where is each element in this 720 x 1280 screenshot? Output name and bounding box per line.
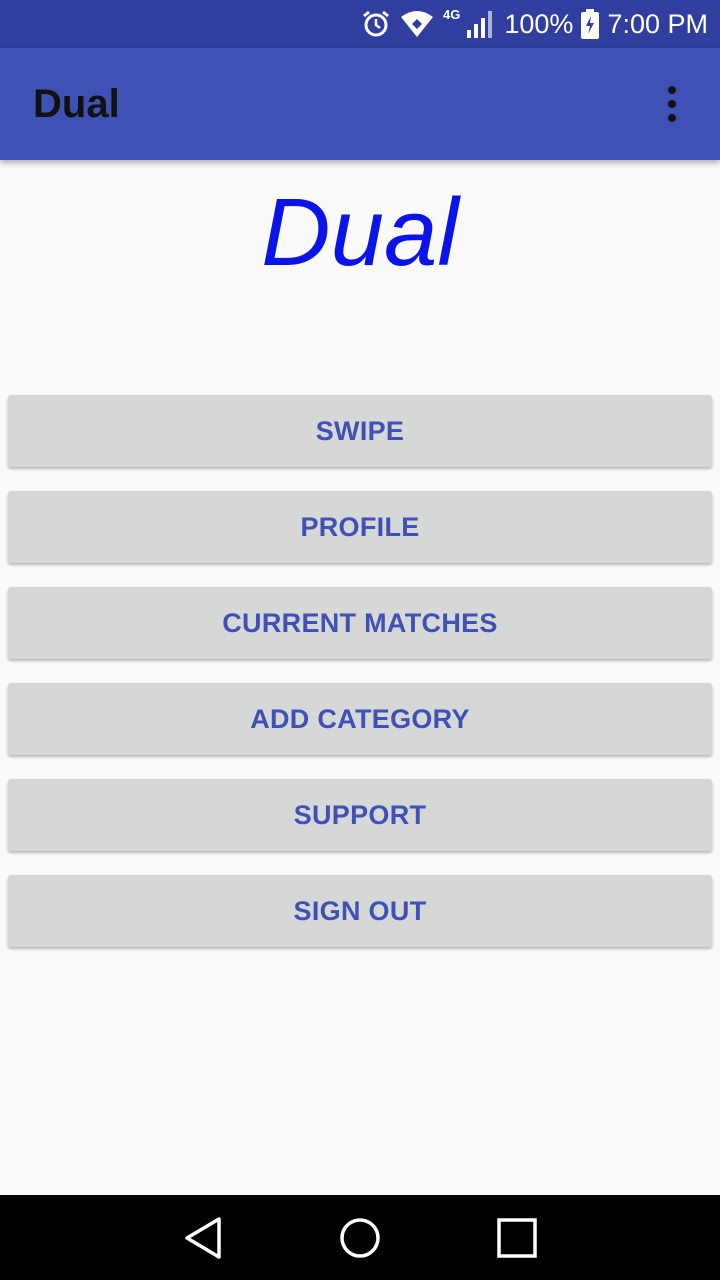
navigation-bar bbox=[0, 1195, 720, 1280]
battery-charging-icon bbox=[581, 9, 600, 39]
swipe-button[interactable]: SWIPE bbox=[8, 395, 712, 467]
support-button[interactable]: SUPPORT bbox=[8, 779, 712, 851]
recents-icon[interactable] bbox=[487, 1208, 547, 1268]
clock: 7:00 PM bbox=[607, 8, 708, 39]
wifi-icon bbox=[399, 9, 435, 39]
sign-out-button[interactable]: SIGN OUT bbox=[8, 875, 712, 947]
status-bar: 4G 100% 7:00 PM bbox=[0, 0, 720, 48]
home-icon[interactable] bbox=[330, 1208, 390, 1268]
main-content: Dual SWIPE PROFILE CURRENT MATCHES ADD C… bbox=[0, 160, 720, 1195]
battery-percent: 100% bbox=[504, 8, 574, 39]
alarm-icon bbox=[361, 9, 391, 39]
profile-button[interactable]: PROFILE bbox=[8, 491, 712, 563]
back-icon[interactable] bbox=[173, 1208, 233, 1268]
app-bar-title: Dual bbox=[33, 81, 120, 126]
current-matches-button[interactable]: CURRENT MATCHES bbox=[8, 587, 712, 659]
more-vert-icon[interactable] bbox=[652, 74, 692, 134]
hero-title: Dual bbox=[261, 179, 459, 286]
add-category-button[interactable]: ADD CATEGORY bbox=[8, 683, 712, 755]
network-type-label: 4G bbox=[443, 6, 461, 22]
app-bar: Dual bbox=[0, 48, 720, 160]
signal-icon bbox=[466, 10, 496, 38]
